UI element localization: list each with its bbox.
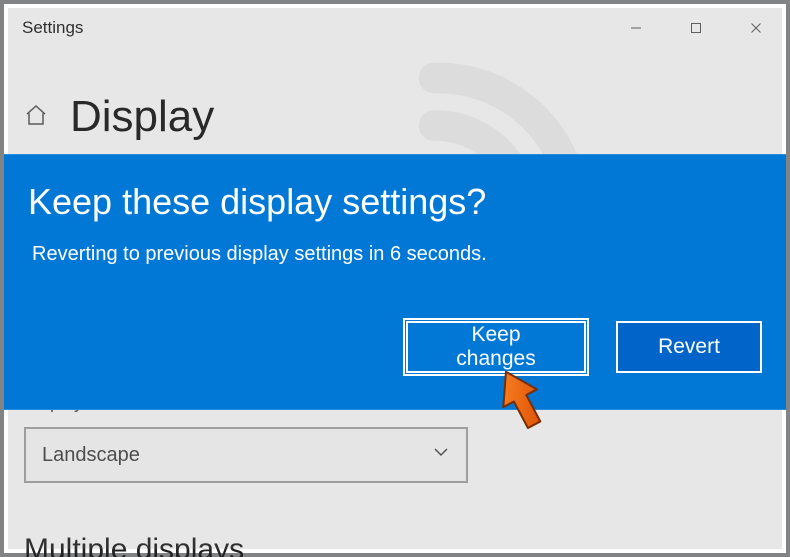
page-title: Display	[70, 92, 214, 142]
dialog-title: Keep these display settings?	[28, 181, 762, 223]
dialog-buttons: Keep changes Revert	[406, 321, 762, 373]
maximize-button[interactable]	[666, 4, 726, 52]
orientation-dropdown[interactable]: Landscape	[24, 427, 468, 483]
titlebar: Settings	[4, 4, 786, 52]
settings-window: Settings Display Display orientation Lan…	[0, 0, 790, 557]
dialog-message: Reverting to previous display settings i…	[32, 243, 762, 266]
minimize-button[interactable]	[606, 4, 666, 52]
keep-changes-button[interactable]: Keep changes	[406, 321, 586, 373]
chevron-down-icon	[432, 443, 450, 467]
multiple-displays-heading: Multiple displays	[24, 533, 766, 557]
page-header: Display	[24, 92, 766, 142]
revert-button[interactable]: Revert	[616, 321, 762, 373]
titlebar-controls	[606, 4, 786, 52]
home-icon[interactable]	[24, 103, 48, 132]
orientation-value: Landscape	[42, 444, 140, 467]
close-button[interactable]	[726, 4, 786, 52]
titlebar-title: Settings	[22, 18, 83, 38]
orientation-section: Display orientation Landscape Multiple d…	[24, 392, 766, 557]
keep-settings-dialog: Keep these display settings? Reverting t…	[4, 154, 786, 410]
